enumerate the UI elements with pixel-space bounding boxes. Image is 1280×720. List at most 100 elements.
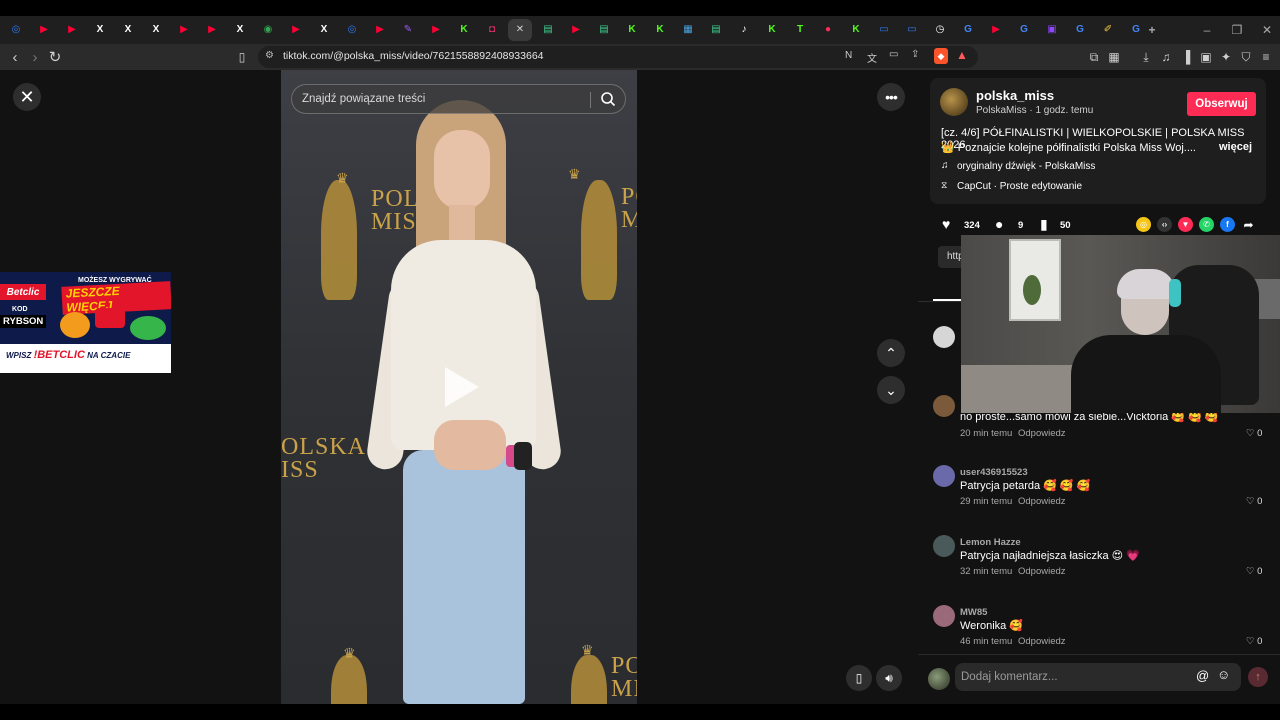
browser-tab[interactable]: X bbox=[228, 19, 252, 41]
author-username[interactable]: polska_miss bbox=[976, 88, 1054, 103]
related-search-box[interactable]: Znajdź powiązane treści bbox=[291, 84, 626, 114]
emoji-icon[interactable]: ☺ bbox=[1217, 667, 1230, 682]
leo-icon[interactable]: ✦ bbox=[1218, 48, 1234, 66]
sound-link[interactable]: oryginalny dźwięk - PolskaMiss bbox=[957, 161, 1095, 172]
browser-tab[interactable]: X bbox=[88, 19, 112, 41]
browser-tab[interactable]: ▶ bbox=[984, 19, 1008, 41]
user-avatar[interactable] bbox=[928, 668, 950, 690]
back-button[interactable]: ‹ bbox=[5, 47, 25, 67]
translate-icon[interactable]: 文 bbox=[867, 50, 877, 65]
address-bar[interactable]: ⚙ tiktok.com/@polska_miss/video/76215588… bbox=[258, 46, 978, 68]
minimize-button[interactable]: – bbox=[1195, 19, 1219, 41]
forward-button[interactable]: › bbox=[25, 47, 45, 67]
comment-username[interactable]: user436915523 bbox=[960, 467, 1028, 478]
no-tracking-icon[interactable]: N bbox=[845, 50, 852, 61]
reply-link[interactable]: Odpowiedz bbox=[1018, 428, 1066, 439]
browser-tab[interactable]: ▶ bbox=[172, 19, 196, 41]
browser-tab[interactable]: ▶ bbox=[32, 19, 56, 41]
volume-icon[interactable]: 🔊︎ bbox=[876, 665, 902, 691]
site-info-icon[interactable]: ⚙ bbox=[265, 50, 274, 61]
comment-like[interactable]: ♡ 0 bbox=[1246, 428, 1262, 439]
wallet-icon[interactable]: ▣ bbox=[1198, 48, 1214, 66]
browser-tab[interactable]: X bbox=[116, 19, 140, 41]
browser-tab[interactable]: K bbox=[620, 19, 644, 41]
browser-tab[interactable]: K bbox=[760, 19, 784, 41]
browser-tab[interactable]: X bbox=[144, 19, 168, 41]
comment-like[interactable]: ♡ 0 bbox=[1246, 496, 1262, 507]
brave-shield-icon[interactable]: ◆ bbox=[934, 48, 948, 64]
close-video-button[interactable]: ✕ bbox=[13, 83, 41, 111]
media-icon[interactable]: ♫ bbox=[1158, 48, 1174, 66]
pip-icon[interactable]: ▯ bbox=[846, 665, 872, 691]
browser-tab[interactable]: ♪ bbox=[732, 19, 756, 41]
maximize-button[interactable]: ❐ bbox=[1225, 19, 1249, 41]
calendar-icon[interactable]: ▦ bbox=[1106, 48, 1122, 66]
previous-video-button[interactable]: ⌃ bbox=[877, 339, 905, 367]
reload-button[interactable]: ↻ bbox=[45, 47, 65, 67]
browser-tab[interactable]: ▦ bbox=[676, 19, 700, 41]
mention-icon[interactable]: @ bbox=[1196, 668, 1209, 683]
share-icon[interactable]: ⇪ bbox=[911, 49, 919, 60]
url-text[interactable]: tiktok.com/@polska_miss/video/7621558892… bbox=[283, 50, 544, 62]
like-icon[interactable]: ♥ bbox=[942, 216, 950, 232]
search-input[interactable]: Znajdź powiązane treści bbox=[302, 93, 425, 105]
facebook-icon[interactable]: f bbox=[1220, 217, 1235, 232]
browser-tab[interactable]: ◎ bbox=[340, 19, 364, 41]
author-avatar[interactable] bbox=[940, 88, 968, 116]
vpn-icon[interactable]: ⛉ bbox=[1238, 48, 1254, 66]
reply-link[interactable]: Odpowiedz bbox=[1018, 566, 1066, 577]
browser-tab[interactable]: ▭ bbox=[900, 19, 924, 41]
bookmark-icon[interactable]: ▮ bbox=[1040, 216, 1048, 233]
browser-tab[interactable]: ◎ bbox=[4, 19, 28, 41]
capcut-link[interactable]: CapCut · Proste edytowanie bbox=[957, 181, 1082, 192]
extensions-icon[interactable]: ⧉ bbox=[1086, 48, 1102, 66]
browser-tab[interactable]: ▶ bbox=[284, 19, 308, 41]
send-icon[interactable]: ▼ bbox=[1178, 217, 1193, 232]
comment-avatar[interactable] bbox=[933, 605, 955, 627]
reply-link[interactable]: Odpowiedz bbox=[1018, 496, 1066, 507]
more-options-button[interactable]: ••• bbox=[877, 83, 905, 111]
browser-tab[interactable]: ✕ bbox=[508, 19, 532, 41]
download-icon[interactable]: ⤓ bbox=[1138, 48, 1154, 66]
close-window-button[interactable]: ✕ bbox=[1255, 19, 1279, 41]
comment-username[interactable]: Lemon Hazze bbox=[960, 537, 1021, 548]
share-arrow-icon[interactable]: ➦ bbox=[1241, 217, 1256, 232]
browser-tab[interactable]: ● bbox=[816, 19, 840, 41]
comment-avatar[interactable] bbox=[933, 395, 955, 417]
comment-avatar[interactable] bbox=[933, 535, 955, 557]
browser-tab[interactable]: G bbox=[956, 19, 980, 41]
browser-tab[interactable]: ▤ bbox=[704, 19, 728, 41]
menu-icon[interactable]: ≡ bbox=[1258, 48, 1274, 66]
browser-tab[interactable]: ▤ bbox=[536, 19, 560, 41]
browser-tab[interactable]: ▶ bbox=[200, 19, 224, 41]
cast-icon[interactable]: ▭ bbox=[889, 49, 898, 60]
send-comment-button[interactable]: ↑ bbox=[1248, 667, 1268, 687]
sidebar-icon[interactable]: ▐ bbox=[1178, 48, 1194, 66]
browser-tab[interactable]: G bbox=[1012, 19, 1036, 41]
comment-avatar[interactable] bbox=[933, 465, 955, 487]
browser-tab[interactable]: ✎ bbox=[396, 19, 420, 41]
browser-tab[interactable]: T bbox=[788, 19, 812, 41]
browser-tab[interactable]: K bbox=[844, 19, 868, 41]
browser-tab[interactable]: ▶ bbox=[368, 19, 392, 41]
browser-tab[interactable]: ▶ bbox=[60, 19, 84, 41]
browser-tab[interactable]: K bbox=[452, 19, 476, 41]
search-icon[interactable] bbox=[600, 91, 616, 107]
browser-tab[interactable]: ▭ bbox=[872, 19, 896, 41]
browser-tab[interactable]: ▶ bbox=[424, 19, 448, 41]
next-video-button[interactable]: ⌄ bbox=[877, 376, 905, 404]
browser-tab[interactable]: ▶ bbox=[564, 19, 588, 41]
brave-rewards-icon[interactable]: ▲ bbox=[956, 48, 968, 62]
bookmark-icon[interactable]: ▯ bbox=[232, 47, 252, 67]
show-more-link[interactable]: więcej bbox=[1219, 141, 1252, 153]
follow-button[interactable]: Obserwuj bbox=[1187, 92, 1256, 116]
whatsapp-icon[interactable]: ✆ bbox=[1199, 217, 1214, 232]
reply-link[interactable]: Odpowiedz bbox=[1018, 636, 1066, 647]
browser-tab[interactable]: ◉ bbox=[256, 19, 280, 41]
browser-tab[interactable]: K bbox=[648, 19, 672, 41]
browser-tab[interactable]: ◷ bbox=[928, 19, 952, 41]
comment-like[interactable]: ♡ 0 bbox=[1246, 636, 1262, 647]
comment-avatar[interactable] bbox=[933, 326, 955, 348]
comment-like[interactable]: ♡ 0 bbox=[1246, 566, 1262, 577]
browser-tab[interactable]: ▣ bbox=[1040, 19, 1064, 41]
